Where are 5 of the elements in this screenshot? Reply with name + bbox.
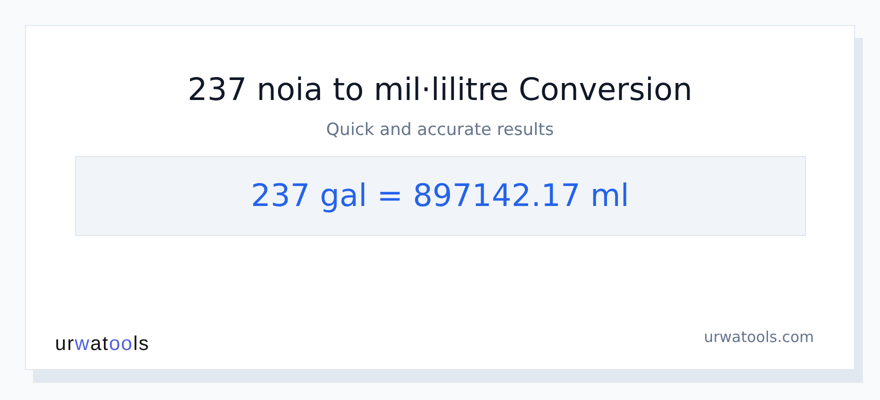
page-title: 237 noia to mil·lilitre Conversion: [188, 71, 692, 110]
logo: urwatools: [55, 332, 150, 357]
site-url: urwatools.com: [704, 327, 814, 347]
subtitle: Quick and accurate results: [326, 119, 554, 142]
conversion-result: 237 gal = 897142.17 ml: [250, 176, 630, 216]
